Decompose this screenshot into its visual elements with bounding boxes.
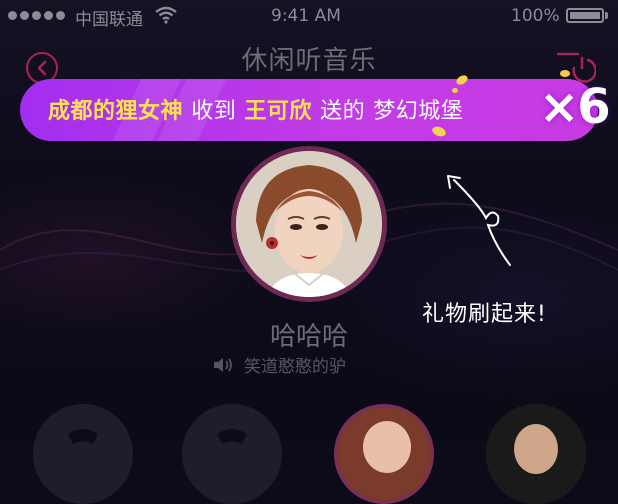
gift-name: 梦幻城堡 bbox=[373, 99, 464, 124]
song-title: 笑道憨憨的驴 bbox=[244, 357, 346, 377]
confetti bbox=[560, 70, 570, 77]
seat-4[interactable] bbox=[486, 404, 586, 504]
page-title: 休闲听音乐 bbox=[241, 46, 377, 76]
confetti bbox=[452, 88, 458, 93]
speaker-icon bbox=[214, 357, 232, 372]
empty-seat-icon bbox=[217, 429, 247, 444]
gift-sender: 成都的狸女神 bbox=[48, 99, 184, 124]
portrait-image bbox=[236, 151, 382, 297]
gift-banner-text: 成都的狸女神 收到 王可欣 送的 梦幻城堡 bbox=[48, 99, 464, 124]
gift-multiplier: ×6 bbox=[539, 79, 611, 135]
gift-receiver: 王可欣 bbox=[244, 99, 312, 124]
hint-arrow-icon bbox=[447, 175, 511, 266]
battery-icon bbox=[566, 8, 604, 23]
carrier-label: 中国联通 bbox=[75, 10, 143, 30]
signal-dots bbox=[8, 11, 65, 20]
seat-avatar bbox=[486, 404, 586, 504]
host-name: 哈哈哈 bbox=[269, 322, 348, 352]
seat-1[interactable] bbox=[33, 404, 133, 504]
empty-seat-icon bbox=[68, 429, 98, 444]
seat-3[interactable] bbox=[334, 404, 434, 504]
now-playing: 笑道憨憨的驴 bbox=[212, 352, 346, 377]
gift-banner: 成都的狸女神 收到 王可欣 送的 梦幻城堡 bbox=[20, 79, 598, 141]
wifi-icon bbox=[155, 6, 177, 24]
battery-percent: 100% bbox=[511, 6, 560, 26]
seat-avatar bbox=[337, 407, 431, 501]
seat-2[interactable] bbox=[182, 404, 282, 504]
clock: 9:41 AM bbox=[271, 6, 341, 26]
host-avatar[interactable] bbox=[236, 151, 382, 297]
status-bar: 中国联通 9:41 AM 100% bbox=[0, 0, 618, 34]
